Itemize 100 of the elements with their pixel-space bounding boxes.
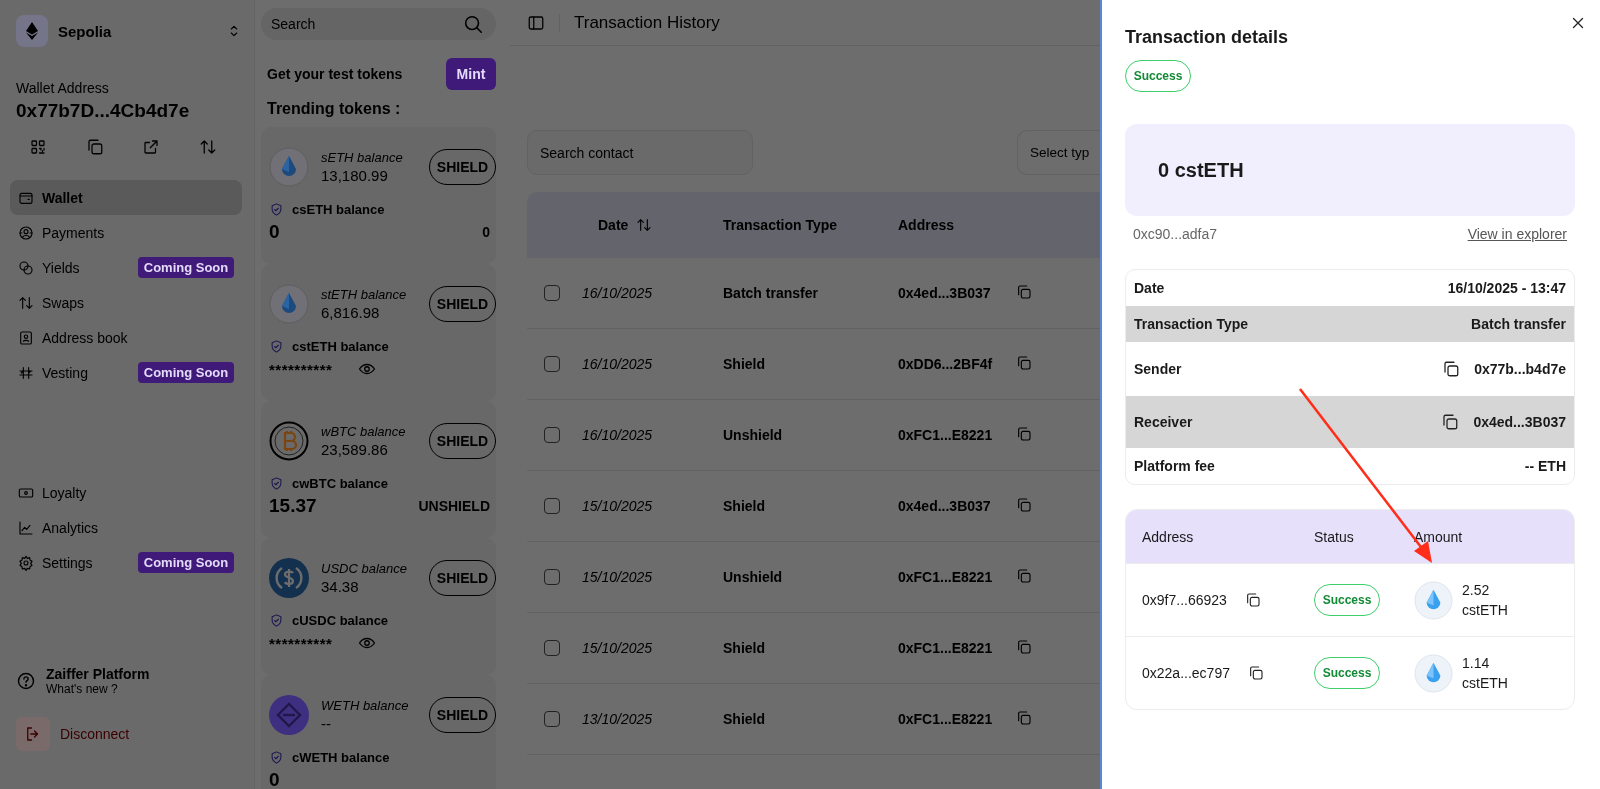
sort-icon[interactable] [636, 217, 653, 233]
nav-item[interactable]: Vesting Coming Soon [10, 355, 242, 390]
table-cell-text: 0x4ed...3B037 [898, 285, 992, 301]
coming-soon-badge: Coming Soon [138, 362, 234, 383]
drop-coin-icon [1414, 580, 1453, 620]
mint-button[interactable]: Mint [446, 58, 496, 90]
disconnect-link[interactable]: Disconnect [60, 726, 130, 742]
external-link-icon[interactable] [142, 138, 161, 156]
table-cell-text: Shield [723, 498, 766, 514]
shield-icon [269, 338, 284, 354]
token-balance: 23,589.86 [321, 441, 389, 458]
token-balance: -- [321, 715, 332, 732]
table-cell-text: 0xDD6...2BF4f [898, 356, 994, 372]
help-subtitle: What's new ? [46, 682, 119, 696]
page-title: Transaction History [574, 12, 720, 33]
table-cell-text: 16/10/2025 [582, 285, 654, 301]
copy-icon[interactable] [1247, 665, 1264, 681]
column-header: Address [1142, 528, 1195, 545]
token-balance: 13,180.99 [321, 167, 389, 184]
copy-icon[interactable] [1441, 413, 1460, 431]
private-balance: 0 [269, 221, 280, 243]
sidebar-toggle-icon[interactable] [527, 13, 545, 32]
drop-coin-icon [1414, 653, 1453, 693]
search-field[interactable]: Search contact [527, 130, 753, 175]
nav-item[interactable]: Settings Coming Soon [10, 545, 242, 580]
detail-value: Batch transfer [1471, 316, 1566, 332]
detail-label: Sender [1134, 361, 1183, 377]
table-cell-text: Shield [723, 356, 766, 372]
explorer-link[interactable]: View in explorer [1467, 226, 1567, 242]
coin-icon [269, 421, 309, 461]
table-cell-text: 0xFC1...E8221 [898, 711, 994, 727]
private-side-text: 0 [482, 224, 490, 240]
private-balance: 0 [269, 769, 280, 789]
detail-label: Receiver [1134, 414, 1194, 430]
diamond-logo-icon [26, 22, 38, 40]
private-token-name: cwBTC balance [292, 475, 389, 491]
swap-arrows-icon [18, 294, 34, 311]
checkbox[interactable] [544, 498, 560, 514]
table-cell-text: 15/10/2025 [582, 640, 654, 656]
table-cell-text: Unshield [723, 427, 784, 443]
private-side-text: UNSHIELD [418, 498, 490, 514]
checkbox[interactable] [544, 569, 560, 585]
token-name: USDC balance [321, 561, 408, 576]
shield-icon [269, 201, 284, 217]
swap-arrows-icon[interactable] [198, 138, 217, 156]
checkbox[interactable] [544, 640, 560, 656]
column-header: Transaction Type [723, 217, 839, 233]
search-field[interactable]: Search [261, 8, 496, 40]
nav-item[interactable]: Payments [10, 215, 242, 250]
table-cell-text: Shield [723, 640, 766, 656]
table-cell: 0x9f7...66923 [1142, 592, 1227, 608]
amount-text: 1.14 cstETH [1462, 654, 1509, 693]
private-balance: ********** [269, 634, 333, 652]
amount-text: 2.52 cstETH [1462, 581, 1509, 620]
wallet-label: Wallet Address [15, 80, 110, 96]
detail-value: 0x4ed...3B037 [1473, 414, 1566, 430]
coming-soon-badge: Coming Soon [138, 257, 234, 278]
column-header: Status [1314, 528, 1355, 545]
coming-soon-badge: Coming Soon [138, 552, 234, 573]
drawer-title: Transaction details [1125, 26, 1290, 48]
search-icon[interactable] [462, 13, 484, 35]
checkbox[interactable] [544, 427, 560, 443]
nav-item[interactable]: Yields Coming Soon [10, 250, 242, 285]
nav-item[interactable]: Loyalty [10, 475, 242, 510]
token-name: stETH balance [321, 287, 408, 302]
shield-icon [269, 612, 284, 628]
token-balance: 34.38 [321, 578, 360, 595]
nav-item[interactable]: Analytics [10, 510, 242, 545]
amount-card: 0 cstETH [1125, 124, 1575, 216]
copy-icon[interactable] [1442, 360, 1461, 378]
chart-icon [18, 519, 34, 536]
contact-book-icon [18, 329, 34, 346]
private-token-name: cWETH balance [292, 749, 390, 765]
help-icon [16, 671, 36, 691]
column-header: Date [598, 217, 629, 233]
table-cell-text: Batch transfer [723, 285, 819, 301]
checkbox[interactable] [544, 285, 560, 301]
column-header: Address [898, 217, 956, 233]
network-name: Sepolia [58, 22, 113, 40]
checkbox[interactable] [544, 356, 560, 372]
nav-item[interactable]: Address book [10, 320, 242, 355]
nav-item[interactable]: Swaps [10, 285, 242, 320]
table-cell-text: 15/10/2025 [582, 498, 654, 514]
table-cell-text: 16/10/2025 [582, 427, 654, 443]
nav-item[interactable]: Wallet [10, 180, 242, 215]
column-header: Amount [1414, 528, 1464, 545]
table-cell: 0x22a...ec797 [1142, 665, 1230, 681]
diamond-coin-icon [269, 695, 309, 735]
checkbox[interactable] [544, 711, 560, 727]
table-cell-text: 16/10/2025 [582, 356, 654, 372]
qr-code-icon[interactable] [29, 138, 48, 156]
wallet-address: 0x77b7D...4Cb4d7e [15, 100, 191, 122]
test-tokens-label: Get your test tokens [267, 66, 403, 82]
table-cell-text: 13/10/2025 [582, 711, 654, 727]
copy-icon[interactable] [1244, 592, 1261, 608]
private-balance: ********** [269, 360, 333, 378]
table-cell-text: 0xFC1...E8221 [898, 569, 994, 585]
table-cell-text: Shield [723, 711, 766, 727]
hash-icon [18, 364, 34, 381]
shield-icon [269, 475, 284, 491]
